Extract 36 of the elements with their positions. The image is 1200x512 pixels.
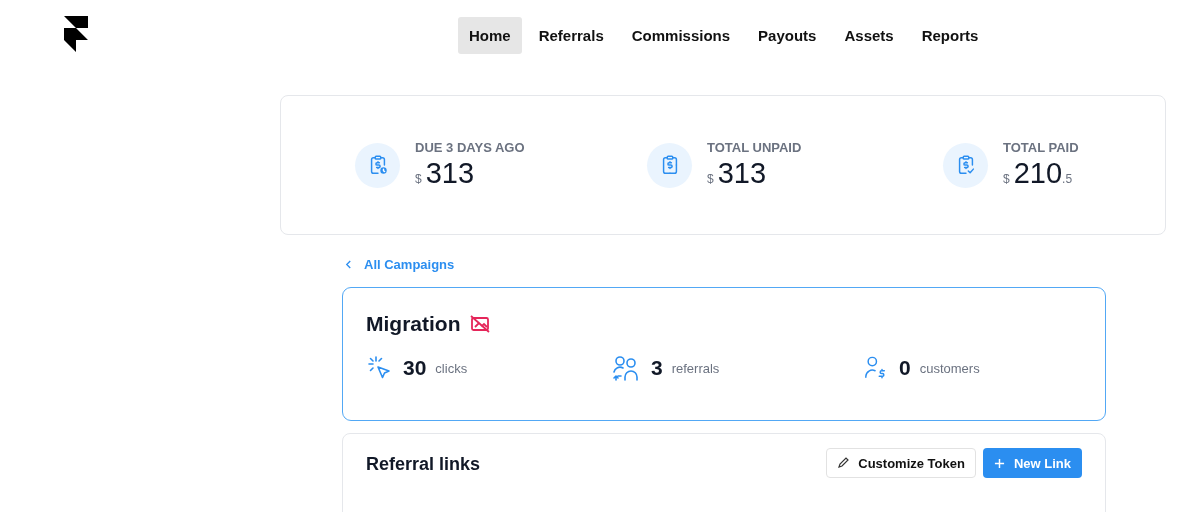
logo-icon[interactable] [62,16,88,52]
plus-icon [993,457,1005,469]
metric-label: customers [919,360,980,376]
nav-tab[interactable]: Assets [833,16,905,54]
nav-tab[interactable]: Referrals [527,16,615,54]
amount-fraction: .5 [1062,172,1073,186]
currency-symbol: $ [1003,172,1010,186]
cursor-click-icon [366,355,392,381]
campaign-card[interactable]: Migration 30 clicks 3 referrals 0 customers [342,287,1106,421]
stat-amount: 313 [425,157,475,190]
clipboard-dollar-icon [647,142,692,188]
clipboard-clock-icon [355,142,400,188]
users-icon [612,354,640,382]
image-off-icon [469,315,490,333]
chevron-left-icon [345,260,352,269]
stat-label: DUE 3 DAYS AGO [415,140,525,155]
metric-value: 30 [403,356,427,380]
nav-tab[interactable]: Reports [910,16,990,54]
campaign-name: Migration [366,312,461,336]
stat-label: TOTAL UNPAID [707,140,802,155]
metric-label: referrals [671,360,720,376]
currency-symbol: $ [415,172,422,186]
metric-value: 0 [899,356,911,380]
clipboard-check-icon [943,142,988,188]
nav-tab[interactable]: Home [458,16,522,54]
currency-symbol: $ [707,172,714,186]
stat-amount: 313 [717,157,767,190]
metric-value: 3 [651,356,663,380]
panel-title: Referral links [366,454,481,475]
stat-label: TOTAL PAID [1003,140,1079,155]
customize-token-button[interactable]: Customize Token [826,448,976,478]
nav-tab[interactable]: Commissions [620,16,742,54]
stat-amount: 210 [1013,157,1063,190]
metric-label: clicks [435,360,468,376]
pencil-icon [837,457,850,469]
nav-tab[interactable]: Payouts [747,16,828,54]
